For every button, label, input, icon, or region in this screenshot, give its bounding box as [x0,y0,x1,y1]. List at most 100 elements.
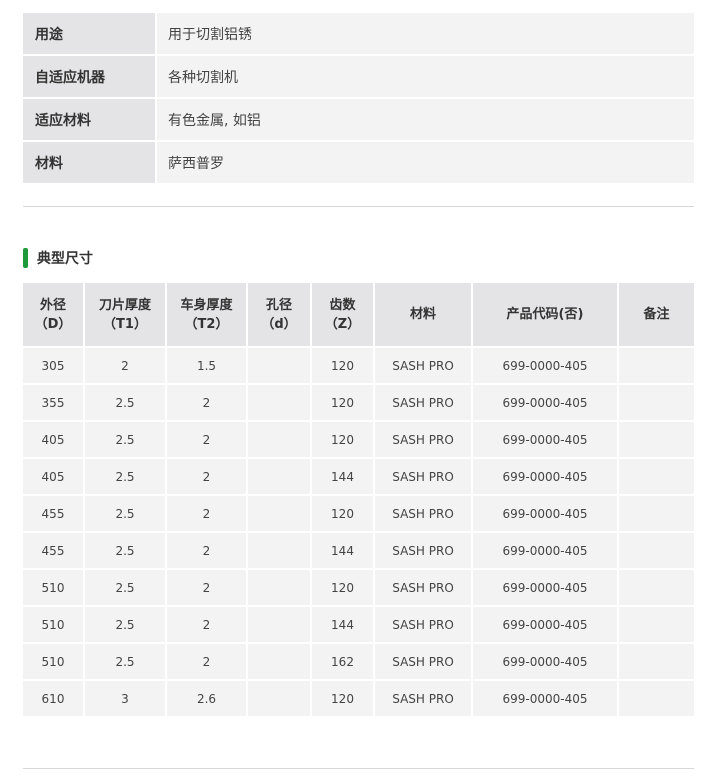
cell-product-code: 699-0000-405 [473,496,617,531]
cell-outer-diameter: 610 [23,681,83,716]
cell-outer-diameter: 355 [23,385,83,420]
cell-product-code: 699-0000-405 [473,681,617,716]
cell-blade-thickness: 2.5 [85,496,165,531]
cell-product-code: 699-0000-405 [473,459,617,494]
column-header-outer-diameter: 外径 （D） [23,283,83,346]
cell-material: SASH PRO [375,533,471,568]
cell-blade-thickness: 2.5 [85,644,165,679]
cell-blade-thickness: 2.5 [85,570,165,605]
cell-remarks [619,385,694,420]
spec-row-machine: 自适应机器 各种切割机 [23,56,694,97]
cell-bore [248,533,310,568]
cell-teeth: 120 [312,681,373,716]
cell-bore [248,348,310,383]
cell-teeth: 120 [312,385,373,420]
cell-material: SASH PRO [375,385,471,420]
cell-body-thickness: 2 [167,607,246,642]
cell-body-thickness: 2.6 [167,681,246,716]
spec-value: 各种切割机 [157,56,694,97]
column-header-bore: 孔径 （d） [248,283,310,346]
cell-body-thickness: 2 [167,459,246,494]
section-divider-top [23,206,694,207]
table-row: 610 3 2.6 120 SASH PRO 699-0000-405 [23,681,694,716]
spec-label: 材料 [23,142,155,183]
cell-body-thickness: 2 [167,385,246,420]
cell-outer-diameter: 305 [23,348,83,383]
cell-material: SASH PRO [375,422,471,457]
column-header-teeth: 齿数 （Z） [312,283,373,346]
cell-outer-diameter: 510 [23,644,83,679]
spec-row-usage: 用途 用于切割铝锈 [23,13,694,54]
cell-product-code: 699-0000-405 [473,570,617,605]
cell-outer-diameter: 510 [23,607,83,642]
cell-bore [248,681,310,716]
cell-product-code: 699-0000-405 [473,644,617,679]
cell-outer-diameter: 510 [23,570,83,605]
cell-body-thickness: 2 [167,644,246,679]
column-header-blade-thickness: 刀片厚度 （T1） [85,283,165,346]
cell-blade-thickness: 2.5 [85,459,165,494]
cell-material: SASH PRO [375,459,471,494]
cell-remarks [619,459,694,494]
cell-product-code: 699-0000-405 [473,385,617,420]
cell-remarks [619,496,694,531]
table-row: 510 2.5 2 144 SASH PRO 699-0000-405 [23,607,694,642]
cell-material: SASH PRO [375,570,471,605]
cell-teeth: 144 [312,533,373,568]
section-divider-bottom [23,768,694,769]
spec-row-applicable-material: 适应材料 有色金属, 如铝 [23,99,694,140]
spec-label: 适应材料 [23,99,155,140]
cell-bore [248,496,310,531]
spec-label: 用途 [23,13,155,54]
cell-product-code: 699-0000-405 [473,422,617,457]
cell-material: SASH PRO [375,348,471,383]
table-body: 305 2 1.5 120 SASH PRO 699-0000-405 355 2.5 2 120… [23,348,694,716]
cell-blade-thickness: 2.5 [85,607,165,642]
spec-table: 用途 用于切割铝锈 自适应机器 各种切割机 适应材料 有色金属, 如铝 材料 萨… [23,13,694,185]
cell-blade-thickness: 2.5 [85,533,165,568]
table-row: 305 2 1.5 120 SASH PRO 699-0000-405 [23,348,694,383]
cell-material: SASH PRO [375,496,471,531]
cell-body-thickness: 2 [167,422,246,457]
table-row: 455 2.5 2 120 SASH PRO 699-0000-405 [23,496,694,531]
cell-body-thickness: 2 [167,533,246,568]
cell-blade-thickness: 2 [85,348,165,383]
column-header-remarks: 备注 [619,283,694,346]
cell-teeth: 162 [312,644,373,679]
section-heading: 典型尺寸 [23,248,93,268]
cell-product-code: 699-0000-405 [473,348,617,383]
cell-remarks [619,348,694,383]
cell-bore [248,570,310,605]
cell-remarks [619,533,694,568]
table-row: 510 2.5 2 120 SASH PRO 699-0000-405 [23,570,694,605]
cell-teeth: 120 [312,570,373,605]
table-header-row: 外径 （D） 刀片厚度 （T1） 车身厚度 （T2） 孔径 （d） 齿数 （Z）… [23,283,694,346]
column-header-product-code: 产品代码(否) [473,283,617,346]
cell-teeth: 144 [312,607,373,642]
cell-blade-thickness: 2.5 [85,385,165,420]
spec-label: 自适应机器 [23,56,155,97]
table-row: 510 2.5 2 162 SASH PRO 699-0000-405 [23,644,694,679]
column-header-body-thickness: 车身厚度 （T2） [167,283,246,346]
cell-bore [248,385,310,420]
cell-body-thickness: 1.5 [167,348,246,383]
table-row: 455 2.5 2 144 SASH PRO 699-0000-405 [23,533,694,568]
table-row: 355 2.5 2 120 SASH PRO 699-0000-405 [23,385,694,420]
section-accent-bar [23,248,28,268]
cell-bore [248,422,310,457]
cell-teeth: 144 [312,459,373,494]
table-row: 405 2.5 2 120 SASH PRO 699-0000-405 [23,422,694,457]
cell-remarks [619,681,694,716]
cell-material: SASH PRO [375,681,471,716]
cell-bore [248,607,310,642]
cell-outer-diameter: 405 [23,459,83,494]
spec-value: 用于切割铝锈 [157,13,694,54]
cell-teeth: 120 [312,422,373,457]
cell-product-code: 699-0000-405 [473,533,617,568]
cell-blade-thickness: 3 [85,681,165,716]
cell-bore [248,644,310,679]
spec-value: 萨西普罗 [157,142,694,183]
cell-teeth: 120 [312,348,373,383]
spec-row-material: 材料 萨西普罗 [23,142,694,183]
cell-material: SASH PRO [375,644,471,679]
